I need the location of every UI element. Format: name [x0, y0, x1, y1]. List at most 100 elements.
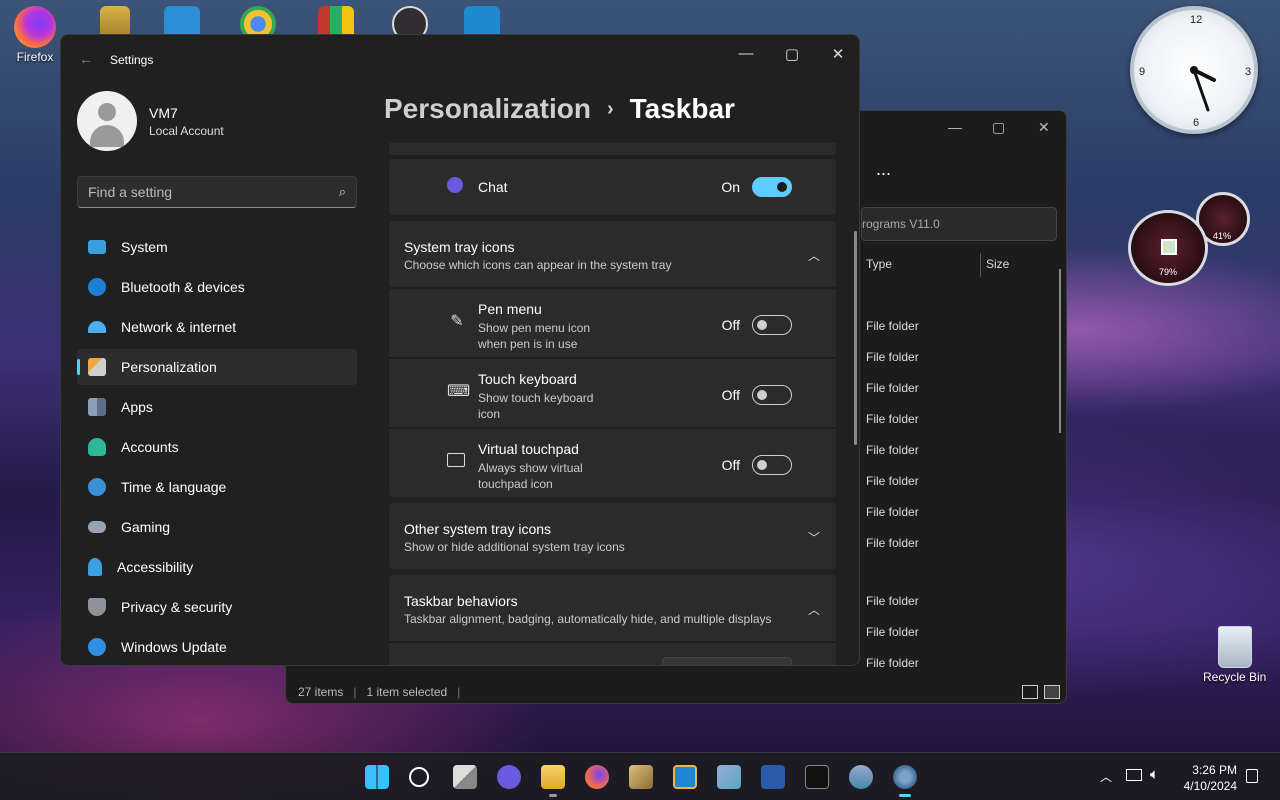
- sidebar-item-accessibility[interactable]: Accessibility: [77, 549, 357, 585]
- firefox-icon[interactable]: [585, 765, 609, 789]
- recycle-bin-icon: [1217, 626, 1252, 668]
- window-title: Settings: [110, 53, 154, 67]
- sidebar-item-label: Privacy & security: [121, 599, 233, 615]
- search-icon[interactable]: [409, 767, 429, 787]
- system-tray-title: System tray icons: [404, 239, 515, 255]
- user-profile[interactable]: VM7 Local Account: [77, 91, 224, 151]
- sidebar-item-personalization[interactable]: Personalization: [77, 349, 357, 385]
- table-row[interactable]: File folder: [866, 536, 919, 550]
- table-row[interactable]: File folder: [866, 474, 919, 488]
- file-explorer-icon[interactable]: [541, 765, 565, 797]
- other-tray-icons-row[interactable]: Other system tray icons Show or hide add…: [389, 503, 836, 569]
- task-view-icon[interactable]: [453, 765, 477, 789]
- taskbar-alignment-row-partial[interactable]: [389, 643, 836, 665]
- sidebar-item-gaming[interactable]: Gaming: [77, 509, 357, 545]
- touch-keyboard-row[interactable]: ⌨ Touch keyboard Show touch keyboard ico…: [389, 359, 836, 427]
- app-icon-gear-blue[interactable]: [849, 765, 873, 789]
- table-row[interactable]: File folder: [866, 319, 919, 333]
- desktop-firefox[interactable]: Firefox: [14, 6, 56, 64]
- cpu-meter-value: 79%: [1159, 267, 1178, 277]
- wifi-icon: [88, 321, 106, 333]
- close-button[interactable]: ✕: [823, 45, 853, 63]
- content-scrollbar[interactable]: [854, 231, 857, 445]
- sidebar-item-label: Windows Update: [121, 639, 227, 655]
- sidebar-item-network[interactable]: Network & internet: [77, 309, 357, 345]
- shield-icon: [88, 598, 106, 616]
- table-row[interactable]: File folder: [866, 443, 919, 457]
- app-icon-paper[interactable]: [717, 765, 741, 789]
- thumbnail-view-icon[interactable]: [1044, 685, 1060, 699]
- sidebar-item-accounts[interactable]: Accounts: [77, 429, 357, 465]
- explorer-address-bar[interactable]: rograms V11.0: [861, 207, 1057, 241]
- app-icon-blue-square[interactable]: [673, 765, 697, 789]
- pen-menu-subtitle: Show pen menu icon when pen is in use: [478, 321, 591, 351]
- details-view-icon[interactable]: [1022, 685, 1038, 699]
- notification-icon[interactable]: [1246, 769, 1258, 783]
- chat-row[interactable]: Chat On: [389, 159, 836, 215]
- volume-icon[interactable]: 🔈︎: [1150, 766, 1159, 783]
- cpu-meter: 79%: [1128, 210, 1208, 286]
- chevron-up-icon[interactable]: ︿: [808, 247, 820, 264]
- taskbar-behaviors-subtitle: Taskbar alignment, badging, automaticall…: [404, 612, 772, 626]
- explorer-close-button[interactable]: ✕: [1038, 119, 1050, 136]
- sidebar-item-label: Apps: [121, 399, 153, 415]
- table-row[interactable]: File folder: [866, 656, 919, 670]
- chevron-down-icon[interactable]: ﹀: [808, 529, 820, 546]
- explorer-maximize-button[interactable]: ▢: [992, 119, 1005, 136]
- maximize-button[interactable]: ▢: [777, 45, 807, 63]
- chat-toggle[interactable]: [752, 177, 792, 197]
- breadcrumb-parent[interactable]: Personalization: [384, 93, 591, 125]
- table-row[interactable]: File folder: [866, 381, 919, 395]
- pen-menu-title: Pen menu: [478, 301, 542, 317]
- system-tray-subtitle: Choose which icons can appear in the sys…: [404, 258, 672, 272]
- settings-titlebar[interactable]: ← Settings — ▢ ✕: [61, 35, 859, 83]
- back-arrow-icon[interactable]: ←: [79, 51, 93, 67]
- alignment-dropdown[interactable]: [662, 657, 792, 665]
- clock-hands: [1190, 66, 1216, 112]
- table-row[interactable]: File folder: [866, 594, 919, 608]
- column-size[interactable]: Size: [986, 257, 1009, 271]
- settings-gear-icon[interactable]: [893, 765, 917, 797]
- sidebar-item-apps[interactable]: Apps: [77, 389, 357, 425]
- sidebar-item-system[interactable]: System: [77, 229, 357, 265]
- network-icon[interactable]: [1126, 769, 1142, 781]
- keyboard-icon: ⌨: [447, 383, 471, 400]
- chevron-up-icon[interactable]: ︿: [1100, 768, 1112, 785]
- windows-start-icon[interactable]: [365, 765, 389, 789]
- table-row[interactable]: File folder: [866, 412, 919, 426]
- virtual-touchpad-row[interactable]: Virtual touchpad Always show virtual tou…: [389, 429, 836, 497]
- sidebar-item-label: Personalization: [121, 359, 217, 375]
- search-input[interactable]: Find a setting ⌕: [77, 176, 357, 208]
- virtual-touchpad-toggle[interactable]: [752, 455, 792, 475]
- desktop-recycle-bin[interactable]: Recycle Bin: [1203, 626, 1266, 684]
- cpu-meter-center-icon: [1161, 239, 1177, 255]
- touch-keyboard-toggle[interactable]: [752, 385, 792, 405]
- pen-menu-toggle[interactable]: [752, 315, 792, 335]
- avatar: [77, 91, 137, 151]
- taskbar-behaviors-row[interactable]: Taskbar behaviors Taskbar alignment, bad…: [389, 575, 836, 641]
- sidebar-item-windows-update[interactable]: Windows Update: [77, 629, 357, 665]
- table-row[interactable]: File folder: [866, 625, 919, 639]
- system-tray-section-header[interactable]: System tray icons Choose which icons can…: [389, 221, 836, 287]
- column-type[interactable]: Type: [866, 257, 892, 271]
- app-icon-tools[interactable]: [629, 765, 653, 789]
- breadcrumb: Personalization › Taskbar: [384, 93, 735, 125]
- status-item-count: 27 items: [298, 685, 344, 699]
- taskbar-clock[interactable]: 3:26 PM 4/10/2024: [1183, 762, 1237, 794]
- explorer-minimize-button[interactable]: —: [948, 119, 962, 135]
- table-row[interactable]: File folder: [866, 505, 919, 519]
- sidebar-item-bluetooth[interactable]: Bluetooth & devices: [77, 269, 357, 305]
- minimize-button[interactable]: —: [731, 45, 761, 62]
- powershell-icon[interactable]: [761, 765, 785, 789]
- table-row[interactable]: File folder: [866, 350, 919, 364]
- chat-icon[interactable]: [497, 765, 521, 789]
- explorer-scrollbar[interactable]: [1059, 269, 1061, 433]
- explorer-more-button[interactable]: ...: [876, 159, 891, 180]
- terminal-icon[interactable]: [805, 765, 829, 789]
- sidebar-item-privacy[interactable]: Privacy & security: [77, 589, 357, 625]
- pen-menu-row[interactable]: ✎ Pen menu Show pen menu icon when pen i…: [389, 289, 836, 357]
- settings-window[interactable]: ← Settings — ▢ ✕ VM7 Local Account Find …: [60, 34, 860, 666]
- chevron-up-icon[interactable]: ︿: [808, 601, 820, 618]
- sidebar-item-time-language[interactable]: Time & language: [77, 469, 357, 505]
- chat-label: Chat: [478, 179, 508, 195]
